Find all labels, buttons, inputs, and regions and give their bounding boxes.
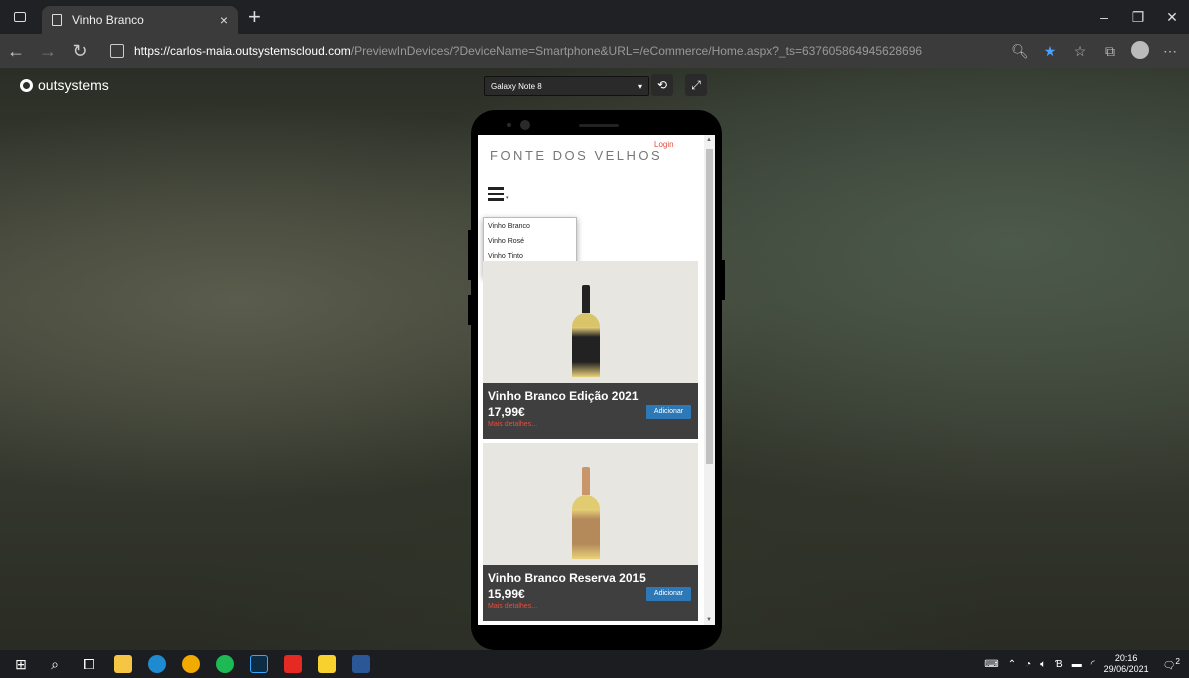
product-label: Vinho Branco Reserva 2015 15,99€ Mais de… — [483, 565, 698, 621]
notifications-icon[interactable]: 🗨︎2 — [1163, 656, 1180, 671]
url-path: /PreviewInDevices/?DeviceName=Smartphone… — [350, 44, 923, 58]
collections-icon[interactable]: ⧉ — [1095, 43, 1125, 60]
product-name[interactable]: Vinho Branco Edição 2021 — [488, 389, 639, 403]
page-icon — [52, 14, 62, 26]
browser-tab-bar: Vinho Branco × + – ❐ ✕ — [0, 0, 1189, 34]
device-select-value: Galaxy Note 8 — [491, 82, 542, 91]
more-icon[interactable]: ⋯ — [1155, 43, 1185, 60]
windows-start-icon[interactable]: ⊞ — [6, 650, 36, 678]
product-card[interactable]: Vinho Branco Reserva 2015 15,99€ Mais de… — [483, 443, 698, 621]
preview-area: outsystems Galaxy Note 8 ▾ ⟲ ⤢ FONTE DOS… — [0, 68, 1189, 650]
product-details-link[interactable]: Mais detalhes... — [488, 603, 537, 610]
sticky-notes-icon[interactable] — [312, 650, 342, 678]
menu-item-vinho-branco[interactable]: Vinho Branco — [488, 220, 572, 235]
edge-icon[interactable] — [142, 650, 172, 678]
phone-frame: FONTE DOS VELHOS Login ▾ Vinho Branco Vi… — [468, 110, 725, 650]
profile-icon[interactable] — [1125, 40, 1155, 62]
outsystems-logo: outsystems — [20, 77, 109, 93]
wifi-icon[interactable]: ◜ — [1091, 659, 1095, 670]
add-to-cart-button[interactable]: Adicionar — [646, 587, 691, 601]
address-bar[interactable]: https://carlos-maia.outsystemscloud.com/… — [134, 44, 922, 58]
phone-screen: FONTE DOS VELHOS Login ▾ Vinho Branco Vi… — [478, 135, 715, 625]
photoshop-icon[interactable] — [244, 650, 274, 678]
phone-volume-button — [468, 230, 471, 280]
phone-camera — [520, 120, 530, 130]
product-image — [572, 467, 600, 559]
login-link[interactable]: Login — [654, 140, 674, 149]
tab-actions-icon[interactable] — [6, 0, 34, 34]
network-icon[interactable]: ◔ — [1025, 659, 1031, 670]
phone-power-button — [722, 260, 725, 300]
taskbar: ⊞ ⌕ ⧠ ⌨ ⌃ ◔ 🔈︎ Ɓ ▬ ◜ 20:16 29/06/2021 🗨︎… — [0, 650, 1189, 678]
volume-icon[interactable]: 🔈︎ — [1040, 659, 1046, 670]
browser-toolbar: ← → ↻ https://carlos-maia.outsystemsclou… — [0, 34, 1189, 68]
menu-caret-icon: ▾ — [506, 195, 509, 201]
keyboard-icon[interactable]: ⌨ — [984, 659, 998, 670]
back-icon[interactable]: ← — [0, 41, 32, 62]
menu-icon[interactable]: ▾ — [488, 187, 509, 204]
scroll-down-icon[interactable]: ▼ — [706, 617, 712, 623]
fullscreen-button[interactable]: ⤢ — [685, 74, 707, 96]
product-details-link[interactable]: Mais detalhes... — [488, 421, 537, 428]
product-image — [572, 285, 600, 377]
system-tray: ⌨ ⌃ ◔ 🔈︎ Ɓ ▬ ◜ 20:16 29/06/2021 🗨︎2 — [984, 650, 1189, 678]
clock-date: 29/06/2021 — [1103, 664, 1149, 674]
spotify-icon[interactable] — [210, 650, 240, 678]
tab-title: Vinho Branco — [72, 13, 144, 27]
refresh-icon[interactable]: ↻ — [64, 41, 96, 62]
forward-icon[interactable]: → — [32, 41, 64, 62]
add-to-cart-button[interactable]: Adicionar — [646, 405, 691, 419]
favorites-icon[interactable]: ☆ — [1065, 43, 1095, 60]
rotate-device-button[interactable]: ⟲ — [651, 74, 673, 96]
product-price: 17,99€ — [488, 405, 525, 419]
battery-icon[interactable]: ▬ — [1072, 659, 1082, 670]
logo-text: outsystems — [38, 77, 109, 93]
product-label: Vinho Branco Edição 2021 17,99€ Mais det… — [483, 383, 698, 439]
phone-speaker — [579, 124, 619, 127]
phone-sensor — [507, 123, 511, 127]
zoom-icon[interactable]: 🔍︎ — [1005, 43, 1035, 60]
clock-time: 20:16 — [1114, 653, 1138, 663]
url-host: https://carlos-maia.outsystemscloud.com — [134, 44, 351, 58]
tray-app-icon[interactable]: Ɓ — [1055, 659, 1063, 670]
page-scrollbar[interactable]: ▲ ▼ — [704, 135, 715, 625]
product-name[interactable]: Vinho Branco Reserva 2015 — [488, 571, 646, 585]
clock[interactable]: 20:16 29/06/2021 — [1104, 653, 1149, 675]
product-price: 15,99€ — [488, 587, 525, 601]
outsystems-logo-icon — [20, 78, 33, 92]
site-brand[interactable]: FONTE DOS VELHOS — [490, 148, 662, 163]
close-tab-icon[interactable]: × — [220, 12, 228, 28]
site-info-icon[interactable] — [110, 44, 124, 58]
scrollbar-thumb[interactable] — [706, 149, 713, 464]
menu-item-vinho-rose[interactable]: Vinho Rosé — [488, 235, 572, 250]
chrome-icon[interactable] — [176, 650, 206, 678]
window-controls: – ❐ ✕ — [1087, 0, 1189, 34]
toolbar-right: 🔍︎ ★ ☆ ⧉ ⋯ — [1005, 34, 1185, 68]
notification-count: 2 — [1175, 656, 1180, 667]
file-explorer-icon[interactable] — [108, 650, 138, 678]
new-tab-button[interactable]: + — [248, 2, 261, 34]
product-card[interactable]: Vinho Branco Edição 2021 17,99€ Mais det… — [483, 261, 698, 439]
search-icon[interactable]: ⌕ — [40, 650, 70, 678]
maximize-button[interactable]: ❐ — [1121, 9, 1155, 26]
close-window-button[interactable]: ✕ — [1155, 9, 1189, 26]
word-icon[interactable] — [346, 650, 376, 678]
browser-tab[interactable]: Vinho Branco × — [42, 6, 238, 34]
minimize-button[interactable]: – — [1087, 9, 1121, 25]
outsystems-app-icon[interactable] — [278, 650, 308, 678]
phone-bixby-button — [468, 295, 471, 325]
show-hidden-icons-icon[interactable]: ⌃ — [1008, 659, 1016, 670]
task-view-icon[interactable]: ⧠ — [74, 650, 104, 678]
chevron-down-icon: ▾ — [637, 82, 642, 91]
favorite-star-icon[interactable]: ★ — [1035, 43, 1065, 60]
device-select[interactable]: Galaxy Note 8 ▾ — [484, 76, 649, 96]
scroll-up-icon[interactable]: ▲ — [706, 137, 712, 143]
